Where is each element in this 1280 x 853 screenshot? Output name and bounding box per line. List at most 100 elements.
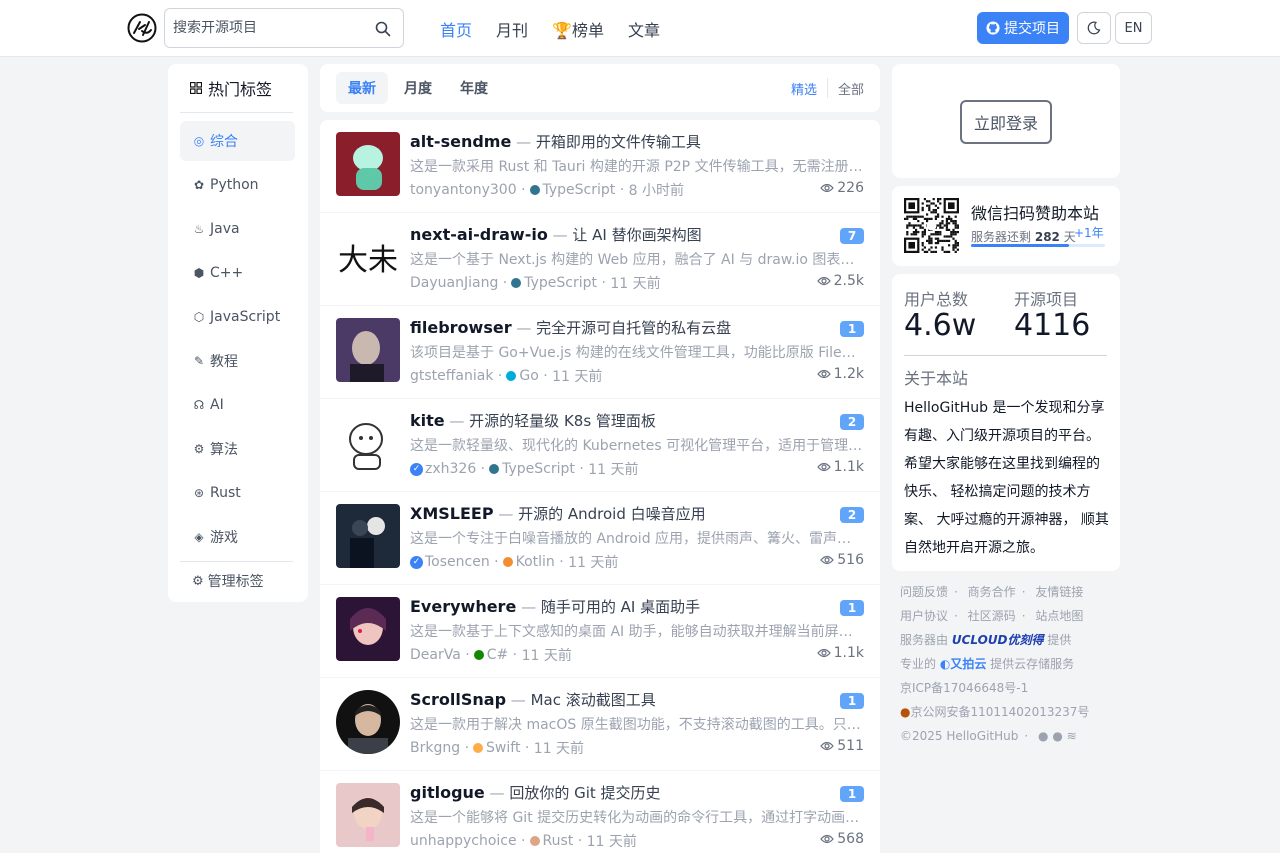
project-avatar[interactable] [336,318,400,382]
project-title-line[interactable]: filebrowser — 完全开源可自托管的私有云盘 [410,317,830,338]
footer-link-sitemap[interactable]: 站点地图 [1035,609,1083,623]
project-author[interactable]: unhappychoice [410,833,517,849]
project-name[interactable]: XMSLEEP [410,504,494,523]
upyun-logo[interactable]: ◐又拍云 [940,657,987,671]
project-language[interactable]: Rust [543,833,574,849]
project-author[interactable]: Tosencen [425,554,490,570]
weibo-icon[interactable]: ● [1052,729,1062,743]
manage-tags-link[interactable]: ⚙ 管理标签 [192,571,264,591]
project-item[interactable]: XMSLEEP — 开源的 Android 白噪音应用 2 这是一个专注于白噪音播放… [320,492,880,585]
nav-articles[interactable]: 文章 [628,17,660,40]
language-button[interactable]: EN [1115,12,1152,44]
project-name[interactable]: filebrowser [410,318,512,337]
project-language[interactable]: TypeScript [543,182,616,198]
sidebar-tag-[interactable]: ◈ 游戏 [180,517,295,557]
project-author[interactable]: DearVa [410,647,461,663]
comment-count-badge[interactable]: 1 [840,693,864,709]
project-language[interactable]: Kotlin [516,554,555,570]
project-author[interactable]: DayuanJiang [410,275,498,291]
project-author[interactable]: zxh326 [425,461,476,477]
project-title-line[interactable]: next-ai-draw-io — 让 AI 替你画架构图 [410,224,830,245]
project-avatar[interactable] [336,504,400,568]
project-name[interactable]: gitlogue [410,783,485,802]
project-language[interactable]: C# [487,647,509,663]
project-name[interactable]: next-ai-draw-io [410,225,548,244]
submit-project-button[interactable]: 提交项目 [977,12,1069,44]
comment-count-badge[interactable]: 1 [840,600,864,616]
sidebar-tag-[interactable]: ⚙ 算法 [180,429,295,469]
project-title-line[interactable]: gitlogue — 回放你的 Git 提交历史 [410,782,830,803]
project-author[interactable]: tonyantony300 [410,182,517,198]
project-language[interactable]: Go [519,368,538,384]
project-language[interactable]: TypeScript [502,461,575,477]
filter-all[interactable]: 全部 [838,79,864,98]
project-title-line[interactable]: alt-sendme — 开箱即用的文件传输工具 [410,131,830,152]
comment-count-badge[interactable]: 2 [840,507,864,523]
footer-link-friends[interactable]: 友情链接 [1035,585,1083,599]
search-input[interactable] [173,18,368,38]
sidebar-tag-rust[interactable]: ⊛ Rust [180,473,295,513]
project-name[interactable]: Everywhere [410,597,516,616]
comment-count-badge[interactable]: 7 [840,228,864,244]
project-avatar[interactable] [336,783,400,847]
sidebar-tag-java[interactable]: ♨ Java [180,209,295,249]
footer-link-source[interactable]: 社区源码 [968,609,1016,623]
ucloud-logo[interactable]: UCLOUD优刻得 [952,633,1044,647]
theme-toggle-button[interactable] [1077,12,1111,44]
sidebar-tag-c[interactable]: ⬢ C++ [180,253,295,293]
tab-yearly[interactable]: 年度 [448,72,500,104]
sidebar-tag-[interactable]: ◎ 综合 [180,121,295,161]
project-avatar[interactable] [336,597,400,661]
project-author[interactable]: gtsteffaniak [410,368,493,384]
project-name[interactable]: kite [410,411,445,430]
project-language[interactable]: TypeScript [524,275,597,291]
project-item[interactable]: alt-sendme — 开箱即用的文件传输工具 这是一款采用 Rust 和 Ta… [320,120,880,213]
project-item[interactable]: ScrollSnap — Mac 滚动截图工具 1 这是一款用于解决 macOS 原… [320,678,880,771]
nav-monthly[interactable]: 月刊 [496,17,528,40]
sponsor-plus-link[interactable]: +1年 [1074,224,1104,241]
project-title-line[interactable]: kite — 开源的轻量级 K8s 管理面板 [410,410,830,431]
nav-ranking[interactable]: 🏆榜单 [552,17,604,40]
sidebar-tag-[interactable]: ✎ 教程 [180,341,295,381]
search-icon[interactable] [375,21,391,37]
login-button[interactable]: 立即登录 [960,100,1052,144]
comment-count-badge[interactable]: 1 [840,786,864,802]
sidebar-tag-javascript[interactable]: ⬡ JavaScript [180,297,295,337]
project-item[interactable]: 大未 next-ai-draw-io — 让 AI 替你画架构图 7 这是一个基于 N… [320,213,880,306]
project-avatar[interactable] [336,690,400,754]
footer-link-business[interactable]: 商务合作 [968,585,1016,599]
eye-icon [816,276,831,286]
icp-license[interactable]: 京ICP备17046648号-1 [900,681,1028,695]
project-title-line[interactable]: XMSLEEP — 开源的 Android 白噪音应用 [410,503,830,524]
project-name[interactable]: alt-sendme [410,132,511,151]
project-language[interactable]: Swift [486,740,520,756]
project-author[interactable]: Brkgng [410,740,460,756]
project-avatar[interactable] [336,411,400,475]
search-box[interactable] [164,8,404,48]
project-name[interactable]: ScrollSnap [410,690,506,709]
project-item[interactable]: filebrowser — 完全开源可自托管的私有云盘 1 该项目是基于 Go+Vu… [320,306,880,399]
project-item[interactable]: gitlogue — 回放你的 Git 提交历史 1 这是一个能够将 Git 提交历… [320,771,880,853]
project-title-line[interactable]: ScrollSnap — Mac 滚动截图工具 [410,689,830,710]
police-record[interactable]: 京公网安备11011402013237号 [910,705,1089,719]
tab-latest[interactable]: 最新 [336,72,388,104]
project-avatar[interactable] [336,132,400,196]
comment-count-badge[interactable]: 1 [840,321,864,337]
wechat-icon[interactable]: ● [1038,729,1048,743]
filter-featured[interactable]: 精选 [791,79,817,98]
rss-icon[interactable]: ≋ [1067,729,1077,743]
footer-link-feedback[interactable]: 问题反馈 [900,585,948,599]
sidebar-tag-ai[interactable]: ☊ AI [180,385,295,425]
hellogithub-logo[interactable] [127,13,157,43]
nav-home[interactable]: 首页 [440,17,472,40]
footer-link-terms[interactable]: 用户协议 [900,609,948,623]
project-avatar[interactable]: 大未 [336,225,400,289]
project-item[interactable]: Everywhere — 随手可用的 AI 桌面助手 1 这是一款基于上下文感知的桌… [320,585,880,678]
sidebar-tag-python[interactable]: ✿ Python [180,165,295,205]
title-dash: — [547,226,573,244]
project-item[interactable]: kite — 开源的轻量级 K8s 管理面板 2 这是一款轻量级、现代化的 Kube… [320,399,880,492]
comment-count-badge[interactable]: 2 [840,414,864,430]
tab-monthly[interactable]: 月度 [392,72,444,104]
project-title-line[interactable]: Everywhere — 随手可用的 AI 桌面助手 [410,596,830,617]
view-count-value: 2.5k [833,273,864,289]
